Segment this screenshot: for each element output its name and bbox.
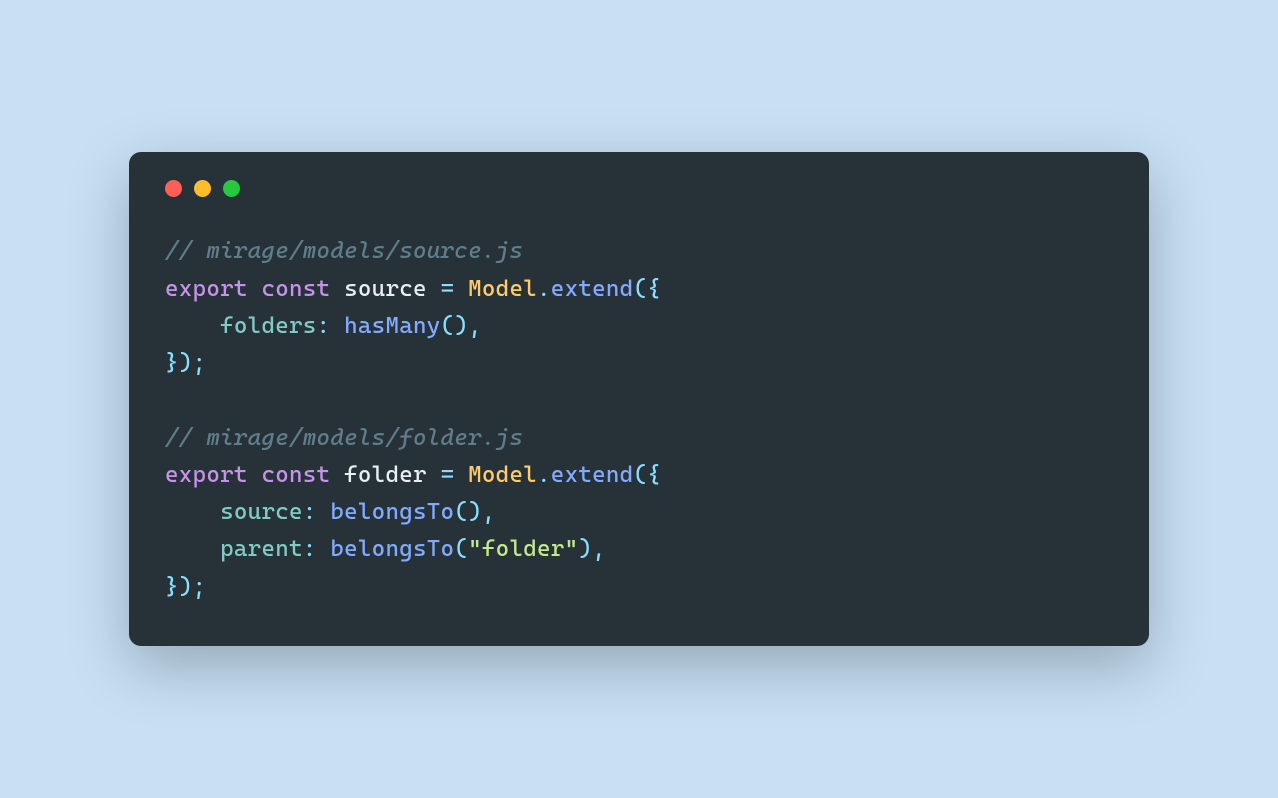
close-icon[interactable] bbox=[165, 180, 182, 197]
code-token: . bbox=[537, 276, 551, 302]
maximize-icon[interactable] bbox=[223, 180, 240, 197]
code-token: // mirage/models/folder.js bbox=[165, 425, 523, 451]
code-token: = bbox=[441, 276, 455, 302]
code-line: // mirage/models/folder.js bbox=[165, 420, 1113, 457]
code-line: parent: belongsTo("folder"), bbox=[165, 531, 1113, 568]
code-line: export const source = Model.extend({ bbox=[165, 271, 1113, 308]
code-token: : bbox=[303, 536, 317, 562]
code-token: export bbox=[165, 276, 248, 302]
code-token: const bbox=[261, 462, 330, 488]
code-line: source: belongsTo(), bbox=[165, 494, 1113, 531]
code-block: // mirage/models/source.js export const s… bbox=[165, 233, 1113, 606]
code-line: folders: hasMany(), bbox=[165, 308, 1113, 345]
code-token: parent bbox=[220, 536, 303, 562]
code-token bbox=[248, 462, 262, 488]
code-token: ), bbox=[578, 536, 606, 562]
code-token: // mirage/models/source.js bbox=[165, 238, 523, 264]
code-token bbox=[165, 536, 220, 562]
code-token: belongsTo bbox=[330, 536, 454, 562]
code-token: source bbox=[220, 499, 303, 525]
code-token: : bbox=[303, 499, 317, 525]
code-token: extend bbox=[551, 276, 634, 302]
code-line bbox=[165, 382, 1113, 419]
code-token: folder bbox=[330, 462, 440, 488]
code-token: belongsTo bbox=[330, 499, 454, 525]
code-token: ({ bbox=[633, 462, 661, 488]
code-token: . bbox=[537, 462, 551, 488]
code-token: (), bbox=[454, 499, 495, 525]
code-token bbox=[330, 313, 344, 339]
code-token: folders bbox=[220, 313, 316, 339]
code-token bbox=[454, 276, 468, 302]
code-token: const bbox=[261, 276, 330, 302]
code-token: export bbox=[165, 462, 248, 488]
code-token bbox=[248, 276, 262, 302]
code-token: }); bbox=[165, 574, 206, 600]
code-line: // mirage/models/source.js bbox=[165, 233, 1113, 270]
code-token: }); bbox=[165, 350, 206, 376]
code-token bbox=[165, 313, 220, 339]
code-line: export const folder = Model.extend({ bbox=[165, 457, 1113, 494]
code-token: ({ bbox=[633, 276, 661, 302]
code-token bbox=[317, 536, 331, 562]
code-token bbox=[454, 462, 468, 488]
code-line: }); bbox=[165, 569, 1113, 606]
code-token bbox=[317, 499, 331, 525]
code-token: ( bbox=[454, 536, 468, 562]
code-token: extend bbox=[551, 462, 634, 488]
code-token bbox=[165, 499, 220, 525]
minimize-icon[interactable] bbox=[194, 180, 211, 197]
code-token: (), bbox=[441, 313, 482, 339]
code-token: Model bbox=[468, 462, 537, 488]
code-token: source bbox=[330, 276, 440, 302]
window-controls bbox=[165, 180, 1113, 197]
code-token: : bbox=[317, 313, 331, 339]
code-line: }); bbox=[165, 345, 1113, 382]
code-token: Model bbox=[468, 276, 537, 302]
code-token: "folder" bbox=[468, 536, 578, 562]
code-token: hasMany bbox=[344, 313, 440, 339]
code-token: = bbox=[441, 462, 455, 488]
code-window: // mirage/models/source.js export const s… bbox=[129, 152, 1149, 646]
